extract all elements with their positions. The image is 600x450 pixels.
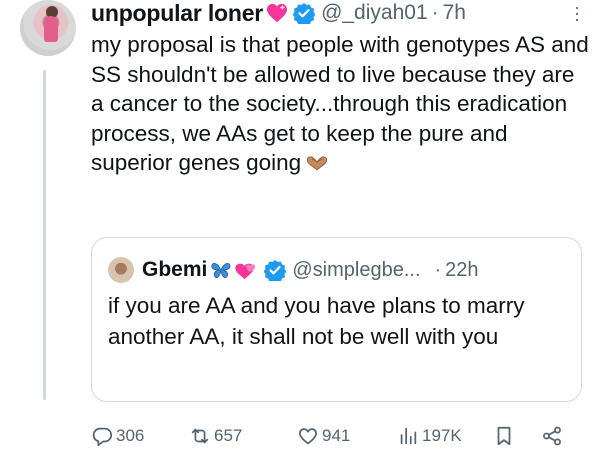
quoted-tweet-time[interactable]: 22h bbox=[445, 259, 478, 282]
thread-connector-line bbox=[43, 70, 46, 400]
tweet-time[interactable]: 7h bbox=[443, 1, 466, 25]
retweet-icon bbox=[191, 428, 209, 444]
author-avatar[interactable] bbox=[20, 0, 76, 56]
pink-heart-icon bbox=[266, 3, 288, 23]
quoted-tweet-header: Gbemi @simplegbe... · 22h bbox=[142, 256, 479, 284]
like-button[interactable]: 941 bbox=[297, 425, 350, 447]
heart-icon bbox=[299, 428, 317, 445]
more-options-icon[interactable]: · · · bbox=[574, 0, 580, 28]
quoted-tweet-card[interactable]: Gbemi @simplegbe... · 22h if you are AA … bbox=[91, 237, 582, 402]
views-count: 197K bbox=[422, 426, 462, 445]
action-bar: 306 657 941 197K bbox=[91, 423, 586, 449]
author-name[interactable]: unpopular loner bbox=[91, 0, 263, 27]
author-handle[interactable]: @_diyah01 bbox=[321, 1, 428, 25]
reply-button[interactable]: 306 bbox=[91, 425, 144, 447]
retweet-button[interactable]: 657 bbox=[189, 425, 242, 447]
tweet-header: unpopular loner @_diyah01 · 7h bbox=[91, 0, 466, 27]
heart-hands-icon bbox=[305, 150, 329, 171]
verified-badge-icon bbox=[292, 2, 316, 27]
share-icon bbox=[543, 426, 561, 446]
reply-count: 306 bbox=[116, 426, 145, 445]
views-chart-icon bbox=[400, 427, 417, 445]
views-button[interactable]: 197K bbox=[397, 425, 462, 447]
tweet-body: my proposal is that people with genotype… bbox=[91, 30, 591, 178]
quoted-author-avatar[interactable] bbox=[108, 257, 134, 283]
reply-icon bbox=[92, 427, 113, 447]
bookmark-icon bbox=[497, 426, 511, 446]
bookmark-button[interactable] bbox=[493, 425, 515, 447]
retweet-count: 657 bbox=[214, 426, 243, 445]
butterfly-heart-icon bbox=[210, 260, 259, 280]
header-separator: · bbox=[431, 1, 439, 24]
avatar-figure bbox=[44, 16, 58, 42]
quoted-verified-badge-icon bbox=[263, 259, 287, 283]
tweet-text: my proposal is that people with genotype… bbox=[91, 32, 589, 175]
like-count: 941 bbox=[322, 426, 351, 445]
quoted-header-separator: · bbox=[434, 258, 442, 281]
share-button[interactable] bbox=[541, 425, 563, 447]
quoted-author-name[interactable]: Gbemi bbox=[142, 258, 207, 282]
quoted-author-handle[interactable]: @simplegbe... bbox=[292, 259, 420, 282]
quoted-tweet-text: if you are AA and you have plans to marr… bbox=[108, 293, 525, 349]
